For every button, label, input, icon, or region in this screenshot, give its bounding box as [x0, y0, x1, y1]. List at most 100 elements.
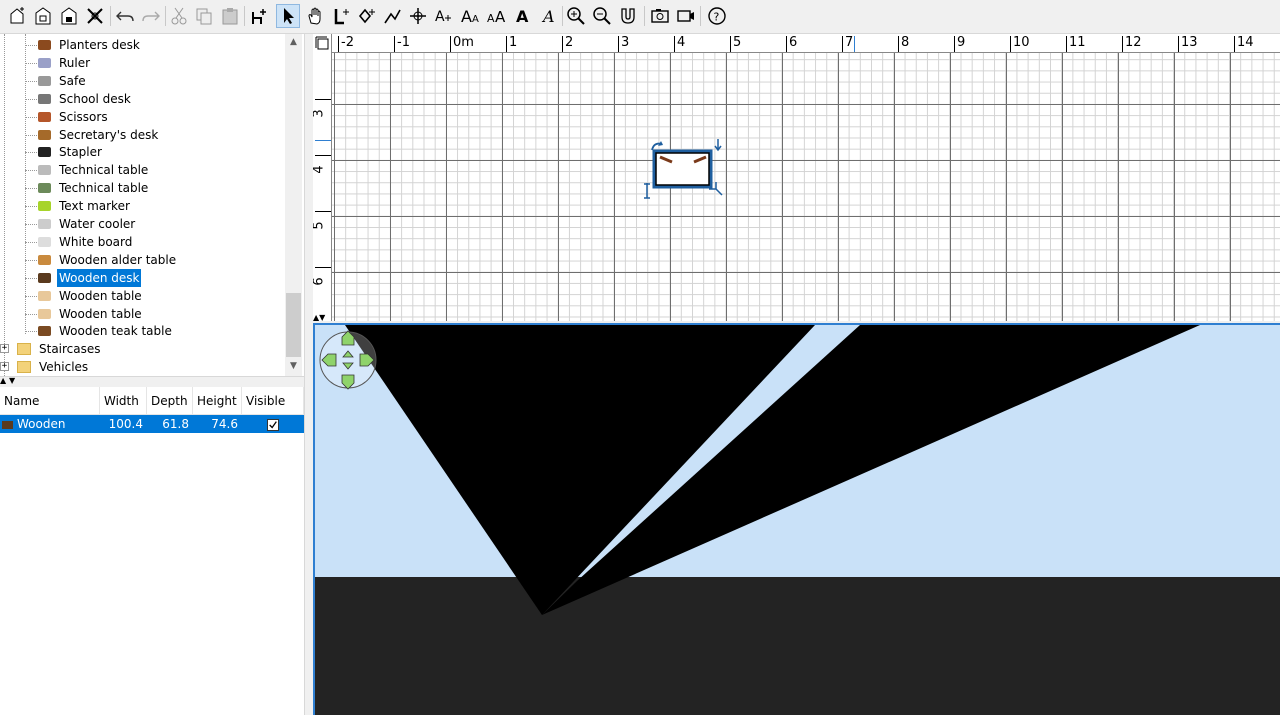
decrease-text-icon[interactable]: AA: [485, 4, 509, 28]
tree-item[interactable]: Water cooler: [25, 215, 137, 233]
zoom-out-icon[interactable]: [590, 4, 614, 28]
open-icon[interactable]: [31, 4, 55, 28]
ruler-y-label: 6: [313, 277, 327, 286]
plan-grid[interactable]: [332, 53, 1280, 321]
tree-item[interactable]: Wooden desk: [25, 268, 142, 287]
horizontal-splitter[interactable]: ▲ ▼: [0, 376, 304, 387]
create-dimensions-icon[interactable]: [406, 4, 430, 28]
plan-view[interactable]: -2 -1 0m 1 2 3 4 5 6 7 8 9 10 11 12 13 14 3456 ▲▼: [313, 34, 1280, 321]
tree-category-vehicles[interactable]: + Vehicles: [0, 358, 90, 376]
column-header-visible[interactable]: Visible: [242, 387, 304, 415]
preferences-icon[interactable]: [83, 4, 107, 28]
tree-category-label: Vehicles: [39, 360, 89, 374]
chair-icon: [36, 38, 52, 52]
tree-item[interactable]: Wooden table: [25, 287, 144, 305]
furniture-catalog-tree: Planters desk Ruler Safe School desk Scissor…: [0, 34, 304, 376]
ruler-corner-icon[interactable]: [315, 36, 329, 50]
furniture-list-table: Name Width Depth Height Visible Wooden d…: [0, 387, 304, 715]
tree-item[interactable]: Text marker: [25, 197, 132, 215]
ruler-x-label: 2: [565, 35, 574, 50]
plan-collapse-icon[interactable]: ▲▼: [313, 313, 325, 321]
tree-item[interactable]: Stapler: [25, 143, 104, 161]
magnet-icon[interactable]: [616, 4, 640, 28]
tree-item[interactable]: Secretary's desk: [25, 126, 160, 144]
undo-icon[interactable]: [113, 4, 137, 28]
svg-text:A: A: [487, 12, 495, 25]
tree-item[interactable]: Technical table: [25, 161, 150, 179]
tree-item[interactable]: Technical table: [25, 179, 150, 197]
ruler-x-label: 8: [901, 35, 910, 50]
help-icon[interactable]: ?: [705, 4, 729, 28]
tree-item-label: Wooden desk: [57, 268, 142, 287]
pan-icon[interactable]: [303, 4, 327, 28]
ruler-x-label: 5: [733, 35, 742, 50]
tree-item-label: Wooden teak table: [59, 324, 172, 339]
tree-category-staircases[interactable]: + Staircases: [0, 340, 103, 358]
elevation-handle-icon[interactable]: [714, 139, 722, 152]
navigation-arrows[interactable]: [318, 329, 378, 391]
save-icon[interactable]: [57, 4, 81, 28]
tree-item-label: White board: [59, 234, 133, 249]
new-home-icon[interactable]: [5, 4, 29, 28]
visible-checkbox[interactable]: [267, 418, 279, 431]
redo-icon[interactable]: [139, 4, 163, 28]
create-video-icon[interactable]: [674, 4, 698, 28]
ruler-x-label: 6: [789, 35, 798, 50]
ruler-tick: [315, 99, 331, 100]
ruler-tick: [786, 36, 787, 52]
tree-item[interactable]: Wooden alder table: [25, 251, 178, 269]
italic-text-icon[interactable]: A: [537, 4, 561, 28]
tree-item[interactable]: Ruler: [25, 54, 92, 72]
school-desk-icon: [36, 92, 52, 106]
safe-icon: [36, 74, 52, 88]
wooden-desk-plan-piece[interactable]: [652, 149, 713, 189]
create-polylines-icon[interactable]: [381, 4, 405, 28]
tree-item-label: Secretary's desk: [59, 127, 159, 142]
paste-icon[interactable]: [218, 4, 242, 28]
tree-item[interactable]: White board: [25, 233, 134, 251]
marker-icon: [36, 199, 52, 213]
column-header-width[interactable]: Width: [100, 387, 147, 415]
create-rooms-icon[interactable]: [355, 4, 379, 28]
collapse-down-icon[interactable]: ▼: [9, 376, 15, 385]
select-icon[interactable]: [276, 4, 300, 28]
column-header-name[interactable]: Name: [0, 387, 100, 415]
tree-item-label: Safe: [59, 73, 86, 88]
expand-icon[interactable]: +: [0, 344, 9, 353]
tree-item[interactable]: School desk: [25, 90, 133, 108]
bold-text-icon[interactable]: A: [511, 4, 535, 28]
ruler-tick: [338, 36, 339, 52]
3d-view[interactable]: [313, 323, 1280, 715]
scroll-down-icon[interactable]: ▼: [285, 358, 302, 374]
column-header-height[interactable]: Height: [193, 387, 242, 415]
ruler-tick: [315, 155, 331, 156]
column-header-depth[interactable]: Depth: [147, 387, 193, 415]
expand-icon[interactable]: +: [0, 362, 9, 371]
create-photo-icon[interactable]: [648, 4, 672, 28]
ruler-tick: [842, 36, 843, 52]
collapse-up-icon[interactable]: ▲: [0, 376, 6, 385]
create-walls-icon[interactable]: [330, 4, 354, 28]
tree-item-label: Scissors: [59, 109, 108, 124]
water-cooler-icon: [36, 217, 52, 231]
add-text-icon[interactable]: A: [432, 4, 456, 28]
tree-item[interactable]: Safe: [25, 72, 88, 90]
scroll-up-icon[interactable]: ▲: [285, 34, 302, 50]
ruler-tick: [898, 36, 899, 52]
svg-text:A: A: [495, 8, 506, 26]
tree-item[interactable]: Wooden teak table: [25, 322, 174, 340]
ruler-x-label: 11: [1069, 35, 1086, 50]
vertical-splitter[interactable]: [304, 34, 313, 715]
tree-item[interactable]: Planters desk: [25, 36, 142, 54]
increase-text-icon[interactable]: AA: [459, 4, 483, 28]
add-furniture-icon[interactable]: [247, 4, 271, 28]
stapler-icon: [36, 145, 52, 159]
tree-item[interactable]: Wooden table: [25, 305, 144, 323]
height-handle-icon[interactable]: [644, 183, 650, 199]
zoom-in-icon[interactable]: [564, 4, 588, 28]
tree-item[interactable]: Scissors: [25, 108, 110, 126]
catalog-scrollbar[interactable]: ▲ ▼: [285, 34, 302, 376]
copy-icon[interactable]: [192, 4, 216, 28]
cut-icon[interactable]: [167, 4, 191, 28]
scrollbar-thumb[interactable]: [286, 293, 301, 357]
